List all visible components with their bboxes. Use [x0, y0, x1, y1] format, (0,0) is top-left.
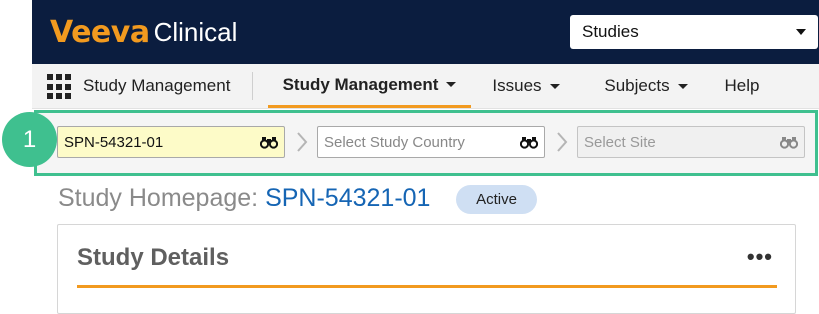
chevron-right-icon [557, 132, 568, 152]
tab-label: Issues [492, 76, 542, 95]
app-selector-dropdown[interactable]: Studies [570, 15, 818, 49]
main-nav-bar: Study Management Study Management Issues… [32, 64, 819, 109]
top-header: Veeva Clinical Studies [32, 0, 819, 64]
tab-label: Study Management [282, 74, 439, 94]
tab-study-management[interactable]: Study Management [268, 64, 471, 108]
tab-label: Help [724, 76, 760, 95]
caret-down-icon [796, 29, 806, 35]
study-selector-field[interactable]: SPN-54321-01 [57, 126, 285, 158]
study-country-placeholder: Select Study Country [324, 133, 465, 151]
logo-clinical-text: Clinical [153, 16, 238, 47]
veeva-clinical-logo[interactable]: Veeva Clinical [50, 14, 237, 50]
study-country-selector-field[interactable]: Select Study Country [317, 126, 545, 158]
more-actions-icon[interactable]: ••• [747, 244, 773, 270]
tab-subjects[interactable]: Subjects [586, 64, 706, 108]
tab-label: Subjects [604, 76, 670, 95]
page-title-prefix: Study Homepage: [58, 184, 259, 212]
site-selector-field[interactable]: Select Site [577, 126, 805, 158]
caret-down-icon [549, 83, 560, 89]
study-selector-value: SPN-54321-01 [64, 133, 164, 151]
card-title-underline [77, 285, 777, 288]
status-badge: Active [456, 185, 537, 214]
step-callout-badge: 1 [2, 112, 57, 167]
tab-issues[interactable]: Issues [476, 64, 576, 108]
nav-divider [252, 72, 253, 100]
site-placeholder: Select Site [584, 133, 656, 151]
callout-number: 1 [22, 125, 37, 153]
caret-down-icon [677, 83, 688, 89]
chevron-right-icon [297, 132, 308, 152]
study-code-link[interactable]: SPN-54321-01 [265, 184, 430, 212]
card-title: Study Details [77, 244, 230, 271]
page-title: Study Homepage: SPN-54321-01 [58, 184, 430, 213]
binoculars-icon[interactable] [260, 135, 278, 149]
app-grid-icon[interactable] [47, 74, 73, 100]
binoculars-icon[interactable] [780, 135, 798, 149]
app-name-label: Study Management [83, 76, 231, 95]
logo-veeva-text: Veeva [50, 14, 150, 50]
binoculars-icon[interactable] [520, 135, 538, 149]
tab-help[interactable]: Help [716, 64, 768, 108]
app-selector-value: Studies [582, 22, 639, 41]
caret-down-icon [446, 82, 457, 87]
